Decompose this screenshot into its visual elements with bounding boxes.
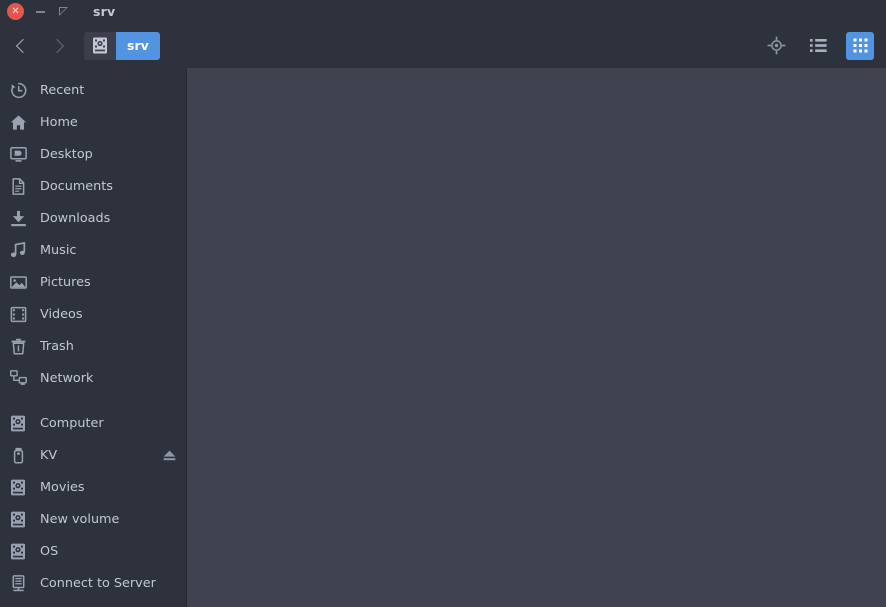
download-icon	[8, 208, 28, 228]
sidebar-item-videos[interactable]: Videos	[0, 298, 186, 330]
chevron-left-icon	[15, 38, 31, 53]
usb-icon	[8, 445, 28, 465]
sidebar-item-label: Desktop	[40, 146, 93, 162]
maximize-button[interactable]	[54, 3, 73, 20]
sidebar-item-recent[interactable]: Recent	[0, 74, 186, 106]
video-icon	[8, 304, 28, 324]
window-title: srv	[93, 4, 116, 19]
chevron-right-icon	[49, 38, 65, 53]
sidebar-item-label: Recent	[40, 82, 85, 98]
sidebar-item-os[interactable]: OS	[0, 535, 186, 567]
minimize-button[interactable]	[31, 3, 50, 20]
sidebar-item-new-volume[interactable]: New volume	[0, 503, 186, 535]
maximize-icon	[59, 7, 68, 16]
sidebar-item-downloads[interactable]: Downloads	[0, 202, 186, 234]
drive-icon	[93, 37, 107, 54]
sidebar-item-home[interactable]: Home	[0, 106, 186, 138]
trash-icon	[8, 336, 28, 356]
sidebar-item-label: Downloads	[40, 210, 111, 226]
sidebar-item-label: Home	[40, 114, 78, 130]
network-icon	[8, 368, 28, 388]
document-icon	[8, 176, 28, 196]
list-view-icon	[809, 39, 827, 52]
title-bar: ✕ srv	[0, 0, 886, 23]
eject-icon	[163, 450, 175, 460]
breadcrumb: srv	[84, 31, 160, 60]
location-icon	[767, 36, 785, 55]
sidebar-item-label: OS	[40, 543, 59, 559]
drive-icon	[8, 477, 28, 497]
sidebar-item-kv[interactable]: KV	[0, 439, 186, 471]
server-icon	[8, 573, 28, 593]
sidebar-item-label: Pictures	[40, 274, 91, 290]
sidebar-item-label: Computer	[40, 415, 104, 431]
sidebar-item-network[interactable]: Network	[0, 362, 186, 394]
sidebar-item-trash[interactable]: Trash	[0, 330, 186, 362]
location-button[interactable]	[762, 32, 790, 60]
sidebar-item-label: New volume	[40, 511, 120, 527]
file-manager-window: ✕ srv srv Recent Home Desktop Documents …	[0, 0, 886, 607]
sidebar-item-label: KV	[40, 447, 58, 463]
navigation-buttons	[6, 31, 74, 61]
sidebar-item-desktop[interactable]: Desktop	[0, 138, 186, 170]
list-view-button[interactable]	[804, 32, 832, 60]
sidebar-item-movies[interactable]: Movies	[0, 471, 186, 503]
window-body: Recent Home Desktop Documents Downloads …	[0, 68, 886, 607]
back-button[interactable]	[6, 31, 40, 61]
drive-icon	[8, 541, 28, 561]
desktop-icon	[8, 144, 28, 164]
forward-button[interactable]	[40, 31, 74, 61]
sidebar-item-label: Trash	[40, 338, 74, 354]
breadcrumb-item-srv[interactable]: srv	[116, 31, 160, 60]
sidebar-item-connect-to-server[interactable]: Connect to Server	[0, 567, 186, 599]
close-icon: ✕	[11, 5, 20, 17]
breadcrumb-item-root[interactable]	[84, 31, 116, 60]
sidebar-item-label: Connect to Server	[40, 575, 156, 591]
picture-icon	[8, 272, 28, 292]
home-icon	[8, 112, 28, 132]
close-button[interactable]: ✕	[7, 3, 24, 20]
minimize-icon	[36, 10, 45, 13]
drive-icon	[8, 413, 28, 433]
sidebar: Recent Home Desktop Documents Downloads …	[0, 68, 187, 607]
sidebar-group-separator	[0, 394, 186, 407]
grid-view-icon	[853, 38, 867, 53]
drive-icon	[8, 509, 28, 529]
sidebar-item-documents[interactable]: Documents	[0, 170, 186, 202]
sidebar-item-label: Videos	[40, 306, 83, 322]
sidebar-item-label: Music	[40, 242, 77, 258]
sidebar-item-label: Movies	[40, 479, 85, 495]
sidebar-item-music[interactable]: Music	[0, 234, 186, 266]
grid-view-button[interactable]	[846, 31, 874, 60]
file-list-area[interactable]	[187, 68, 886, 607]
sidebar-item-label: Documents	[40, 178, 113, 194]
music-icon	[8, 240, 28, 260]
sidebar-item-label: Network	[40, 370, 94, 386]
toolbar: srv	[0, 23, 886, 68]
sidebar-item-pictures[interactable]: Pictures	[0, 266, 186, 298]
sidebar-item-computer[interactable]: Computer	[0, 407, 186, 439]
clock-icon	[8, 80, 28, 100]
eject-button[interactable]	[160, 446, 178, 464]
